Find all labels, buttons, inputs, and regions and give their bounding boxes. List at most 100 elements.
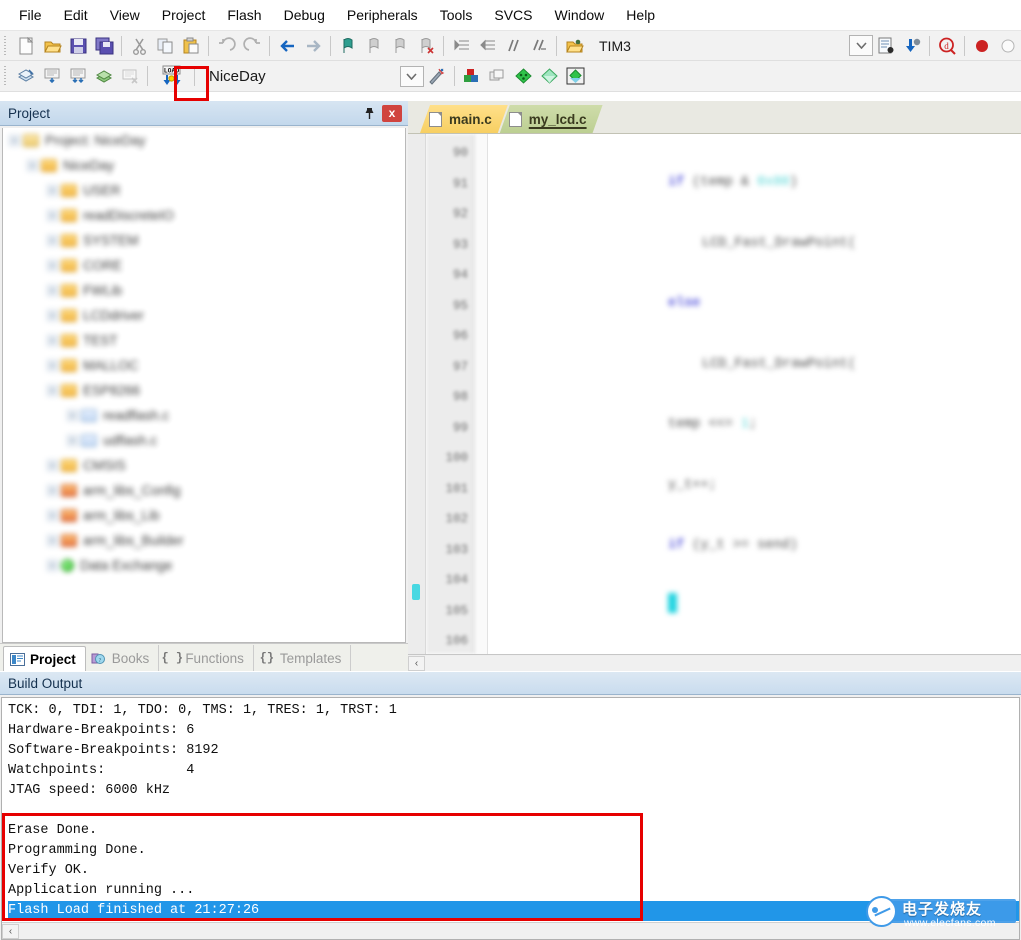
tree-item[interactable]: CORE: [3, 253, 405, 278]
code-text[interactable]: if (temp & 0x80) LCD_Fast_DrawPoint( els…: [488, 134, 1021, 654]
expander-icon[interactable]: [47, 360, 58, 371]
rebuild-all-icon[interactable]: [65, 64, 91, 89]
expander-icon[interactable]: [27, 160, 38, 171]
menu-item-tools[interactable]: Tools: [429, 3, 484, 27]
copy-icon[interactable]: [152, 33, 178, 58]
redo-icon[interactable]: [239, 33, 265, 58]
tree-item[interactable]: Project: NiceDay: [3, 128, 405, 153]
tab-books[interactable]: ? Books: [86, 645, 160, 671]
close-icon[interactable]: x: [382, 104, 402, 122]
navigate-back-icon[interactable]: [274, 33, 300, 58]
new-file-icon[interactable]: [13, 33, 39, 58]
tab-project[interactable]: Project: [3, 646, 86, 672]
menu-item-svcs[interactable]: SVCS: [483, 3, 543, 27]
combo-dropdown-arrow[interactable]: [849, 35, 873, 56]
uncomment-lines-icon[interactable]: [526, 33, 552, 58]
download-to-flash-icon[interactable]: [899, 33, 925, 58]
comment-lines-icon[interactable]: [500, 33, 526, 58]
translate-icon[interactable]: [39, 64, 65, 89]
menu-item-file[interactable]: File: [8, 3, 53, 27]
multi-project-icon[interactable]: [485, 64, 511, 89]
insert-bookmark-icon[interactable]: [335, 33, 361, 58]
next-bookmark-icon[interactable]: [387, 33, 413, 58]
tree-item[interactable]: arm_libs_Config: [3, 478, 405, 503]
expander-icon[interactable]: [47, 185, 58, 196]
indent-left-icon[interactable]: [474, 33, 500, 58]
tree-item[interactable]: Data Exchange: [3, 553, 405, 578]
expander-icon[interactable]: [47, 485, 58, 496]
cut-icon[interactable]: [126, 33, 152, 58]
open-project-icon[interactable]: [561, 33, 587, 58]
tab-functions[interactable]: { } Functions: [159, 645, 254, 671]
scroll-left-arrow[interactable]: ‹: [408, 655, 425, 671]
paste-icon[interactable]: [178, 33, 204, 58]
menu-item-help[interactable]: Help: [615, 3, 666, 27]
record-icon[interactable]: [969, 33, 995, 58]
tree-item[interactable]: CMSIS: [3, 453, 405, 478]
pack-installer-multi-icon[interactable]: [563, 64, 589, 89]
manage-components-icon[interactable]: [459, 64, 485, 89]
undo-icon[interactable]: [213, 33, 239, 58]
scroll-track[interactable]: [425, 655, 1021, 671]
expander-icon[interactable]: [47, 560, 58, 571]
open-file-icon[interactable]: [39, 33, 65, 58]
toolbar-grip[interactable]: [2, 35, 10, 56]
tree-item[interactable]: USER: [3, 178, 405, 203]
stop-build-icon[interactable]: [117, 64, 143, 89]
project-tree[interactable]: Project: NiceDay NiceDay USER readDiscre…: [2, 128, 406, 643]
expander-icon[interactable]: [47, 535, 58, 546]
menu-item-flash[interactable]: Flash: [216, 3, 272, 27]
menu-item-project[interactable]: Project: [151, 3, 217, 27]
tree-item[interactable]: readflash.c: [3, 403, 405, 428]
menu-item-debug[interactable]: Debug: [273, 3, 336, 27]
build-output-body[interactable]: TCK: 0, TDI: 1, TDO: 0, TMS: 1, TRES: 1,…: [1, 697, 1020, 940]
expander-icon[interactable]: [47, 385, 58, 396]
prev-bookmark-icon[interactable]: [361, 33, 387, 58]
expander-icon[interactable]: [47, 285, 58, 296]
tree-item[interactable]: readDiscreteIO: [3, 203, 405, 228]
tree-item[interactable]: arm_libs_Lib: [3, 503, 405, 528]
tree-item[interactable]: NiceDay: [3, 153, 405, 178]
tree-item[interactable]: SYSTEM: [3, 228, 405, 253]
expander-icon[interactable]: [47, 235, 58, 246]
build-output-horizontal-scrollbar[interactable]: ‹: [2, 922, 1019, 939]
expander-icon[interactable]: [67, 435, 78, 446]
tree-item[interactable]: udflash.c: [3, 428, 405, 453]
scroll-left-arrow[interactable]: ‹: [2, 923, 19, 939]
target-select[interactable]: NiceDay: [199, 68, 266, 85]
expander-icon[interactable]: [9, 135, 20, 146]
editor-horizontal-scrollbar[interactable]: ‹: [408, 654, 1021, 671]
clear-bookmarks-icon[interactable]: [413, 33, 439, 58]
navigate-forward-icon[interactable]: [300, 33, 326, 58]
target-select-dropdown-arrow[interactable]: [399, 65, 424, 87]
menu-item-peripherals[interactable]: Peripherals: [336, 3, 429, 27]
expander-icon[interactable]: [67, 410, 78, 421]
tree-item[interactable]: TEST: [3, 328, 405, 353]
tree-item[interactable]: FWLib: [3, 278, 405, 303]
code-editor[interactable]: 90 91 92 93 94 95 96 97 98 99 100 101 10…: [408, 133, 1021, 654]
toolbar-grip[interactable]: [2, 66, 10, 86]
menu-item-edit[interactable]: Edit: [53, 3, 99, 27]
tree-item[interactable]: MALLOC: [3, 353, 405, 378]
target-options-icon[interactable]: [424, 64, 450, 89]
expander-icon[interactable]: [47, 335, 58, 346]
menu-item-view[interactable]: View: [99, 3, 151, 27]
save-all-icon[interactable]: [91, 33, 117, 58]
save-icon[interactable]: [65, 33, 91, 58]
expander-icon[interactable]: [47, 460, 58, 471]
tree-item[interactable]: arm_libs_Builder: [3, 528, 405, 553]
build-output-line-selected[interactable]: Flash Load finished at 21:27:26: [8, 901, 1019, 921]
batch-build-icon[interactable]: [91, 64, 117, 89]
code-folding-column[interactable]: [474, 134, 488, 654]
download-load-button[interactable]: LOAD: [156, 62, 186, 91]
expander-icon[interactable]: [47, 260, 58, 271]
pack-installer-green-icon[interactable]: [511, 64, 537, 89]
expander-icon[interactable]: [47, 210, 58, 221]
editor-tab-main-c[interactable]: main.c: [420, 105, 508, 133]
stop-icon[interactable]: [995, 33, 1021, 58]
menu-item-window[interactable]: Window: [544, 3, 616, 27]
expander-icon[interactable]: [47, 310, 58, 321]
tab-templates[interactable]: {} Templates: [254, 645, 352, 671]
scroll-track[interactable]: [19, 923, 1019, 939]
tree-item[interactable]: LCDdriver: [3, 303, 405, 328]
